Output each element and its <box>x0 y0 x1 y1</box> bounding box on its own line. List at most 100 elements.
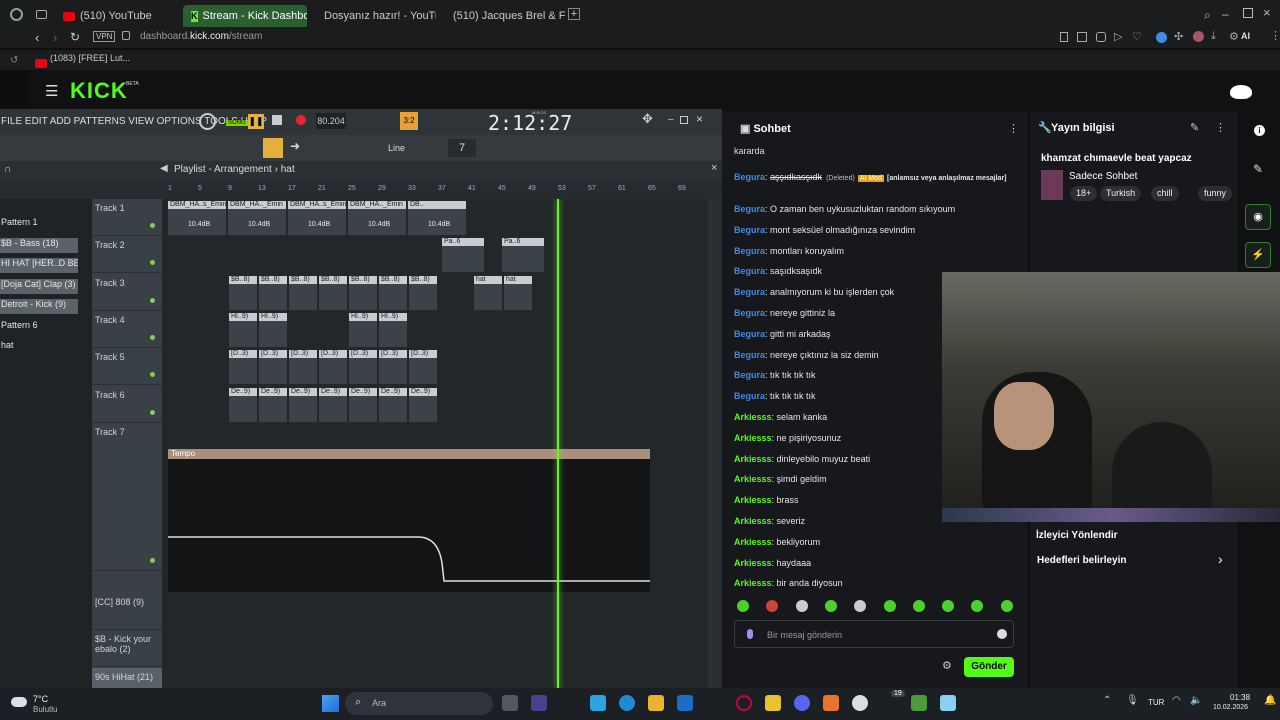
tray-chevron-icon[interactable]: ⌃ <box>1103 695 1111 706</box>
tab-menu-icon[interactable] <box>36 10 47 19</box>
chat-username[interactable]: Begura <box>734 287 765 297</box>
category-name[interactable]: Sadece Sohbet <box>1069 171 1137 182</box>
pattern-clip[interactable]: $B..8) <box>229 275 257 310</box>
emote-icon[interactable] <box>854 600 867 612</box>
pattern-clip[interactable]: [D..3) <box>379 350 407 385</box>
pattern-clip[interactable]: DBM_HA.._Emin <box>348 201 406 235</box>
emote-icon[interactable] <box>795 600 808 612</box>
chat-username[interactable]: Arkiesss <box>734 578 772 588</box>
send-button[interactable]: Gönder <box>964 657 1014 677</box>
wifi-icon[interactable]: ◠ <box>1172 695 1181 706</box>
track-header[interactable]: Track 4 <box>92 311 162 348</box>
pattern-clip[interactable]: HI..9) <box>349 312 377 347</box>
menu-view[interactable]: VIEW <box>128 116 154 127</box>
pattern-clip[interactable]: [D..3) <box>259 350 287 385</box>
stream-tag[interactable]: Turkish <box>1100 186 1142 201</box>
tab-kick-dashboard[interactable]: K Stream - Kick Dashboard <box>183 5 307 27</box>
chat-message[interactable]: Begura: mont seksüel olmadığınıza sevind… <box>734 225 1024 235</box>
track-header[interactable]: Track 5 <box>92 348 162 386</box>
screen-capture-button[interactable]: ◉ <box>1245 204 1271 230</box>
app-icon[interactable] <box>736 695 752 711</box>
photos-icon[interactable] <box>940 695 956 711</box>
chat-message[interactable]: Begura: aşşıdkasşıdk (Deleted) AI Mod [anla… <box>734 170 1024 186</box>
back-icon[interactable]: ‹ <box>35 30 39 45</box>
pause-icon[interactable]: ❚❚ <box>248 114 264 129</box>
fl-minimize-icon[interactable]: – <box>668 114 674 125</box>
opera-logo-icon[interactable] <box>10 8 23 21</box>
copilot-icon[interactable] <box>590 695 606 711</box>
pattern-clip[interactable]: Pa..6 <box>502 238 544 273</box>
track-mute-dot[interactable] <box>150 557 155 563</box>
discord-icon[interactable] <box>794 695 810 711</box>
chat-username[interactable]: Arkiesss <box>734 412 772 422</box>
chat-username[interactable]: Begura <box>734 246 765 256</box>
track-mute-dot[interactable] <box>150 260 155 266</box>
extension-icon[interactable] <box>1156 32 1167 43</box>
taskbar-search[interactable]: ⌕ Ara <box>345 692 493 715</box>
pattern-clip[interactable]: hat <box>474 275 502 310</box>
chat-username[interactable]: Begura <box>734 329 765 339</box>
chat-more-icon[interactable]: ⋮ <box>1008 122 1019 135</box>
forward-icon[interactable]: › <box>53 30 57 45</box>
emote-icon[interactable] <box>883 600 896 612</box>
emote-icon[interactable] <box>824 600 837 612</box>
track-mute-dot[interactable] <box>150 372 155 378</box>
chat-username[interactable]: Begura <box>734 204 765 214</box>
settings-icon[interactable]: ⚙ <box>1229 30 1239 43</box>
pattern-item[interactable]: hat <box>0 340 86 355</box>
search-tabs-icon[interactable]: ⌕ <box>1204 8 1211 23</box>
mic-tray-icon[interactable]: 🎙 <box>1126 695 1139 706</box>
timeline-ruler[interactable]: 1 5 9 13 17 21 25 29 33 37 41 45 49 53 57 61 65 69 <box>162 185 708 197</box>
edit-icon[interactable]: ✎ <box>1190 121 1199 134</box>
stop-icon[interactable] <box>272 115 282 125</box>
pattern-clip[interactable]: $B..8) <box>409 275 437 310</box>
reload-icon[interactable]: ↻ <box>70 30 80 44</box>
chat-message[interactable]: Begura: O zaman ben uykusuzluktan random… <box>734 204 1024 214</box>
pattern-clip[interactable]: De..9) <box>349 387 377 422</box>
track-header[interactable]: Track 6 <box>92 386 162 423</box>
play-icon[interactable]: ▷ <box>1114 30 1122 43</box>
history-icon[interactable]: ↺ <box>10 55 18 66</box>
chat-username[interactable]: Arkiesss <box>734 495 772 505</box>
pattern-item[interactable]: $B - Bass (18) <box>0 237 78 253</box>
pattern-clip[interactable]: hat <box>504 275 532 310</box>
pattern-clip[interactable]: $B..8) <box>259 275 287 310</box>
pattern-clip[interactable]: DBM_HA.._Emin <box>228 201 286 235</box>
stream-tag[interactable]: funny <box>1198 186 1233 201</box>
pattern-clip[interactable]: De..9) <box>409 387 437 422</box>
track-header[interactable]: Track 7 <box>92 423 162 571</box>
tempo-automation-clip[interactable]: Tempo <box>168 449 650 459</box>
stream-tag[interactable]: 18+ <box>1070 186 1098 201</box>
close-icon[interactable]: × <box>1263 5 1271 20</box>
pattern-clip[interactable]: De..9) <box>259 387 287 422</box>
fl-close-icon[interactable]: × <box>696 112 703 126</box>
minimize-icon[interactable]: – <box>1222 7 1229 21</box>
pencil-icon[interactable]: ✎ <box>1253 162 1263 176</box>
vpn-badge[interactable]: VPN <box>93 31 116 42</box>
record-icon[interactable] <box>296 115 306 125</box>
pattern-clip[interactable]: $B..8) <box>289 275 317 310</box>
song-mode-badge[interactable]: SONG <box>226 120 248 126</box>
chat-username[interactable]: Begura <box>734 391 765 401</box>
pattern-clip[interactable]: De..9) <box>379 387 407 422</box>
bookmark-item[interactable]: (1083) [FREE] Lut... <box>50 53 130 63</box>
chat-username[interactable]: Arkiesss <box>734 454 772 464</box>
pattern-clip[interactable]: $B..8) <box>349 275 377 310</box>
pattern-clip[interactable]: HI..9) <box>259 312 287 347</box>
flash-button[interactable]: ⚡ <box>1245 242 1271 268</box>
chat-settings-icon[interactable]: ⚙ <box>942 659 952 672</box>
teams-icon[interactable] <box>531 695 547 711</box>
volume-icon[interactable]: 🔈 <box>1190 695 1202 706</box>
track-mute-dot[interactable] <box>150 297 155 303</box>
track-header[interactable]: [CC] 808 (9) <box>92 593 162 630</box>
mic-icon[interactable] <box>747 629 753 639</box>
playlist-ruler[interactable]: 1 5 9 13 17 21 25 29 33 37 41 45 49 53 57 61 65 69 <box>0 179 722 199</box>
chat-username[interactable]: Arkiesss <box>734 474 772 484</box>
tempo-automation-body[interactable] <box>168 459 650 592</box>
speaker-icon[interactable]: ◀ <box>160 163 168 174</box>
menu-add[interactable]: ADD <box>50 116 71 127</box>
emote-icon[interactable] <box>737 600 749 612</box>
chat-message[interactable]: Arkiesss: haydaaa <box>734 558 1024 568</box>
tab-youtube[interactable]: (510) YouTube <box>55 5 180 27</box>
pattern-item[interactable]: HI HAT [HER..D BEATS (9) <box>0 258 78 273</box>
